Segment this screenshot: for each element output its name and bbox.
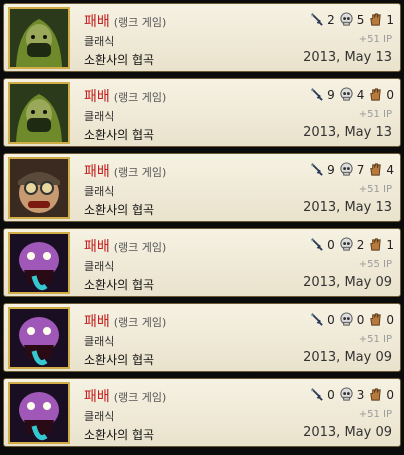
- deaths-count: 7: [356, 162, 365, 177]
- champion-portrait: [8, 7, 70, 69]
- match-card[interactable]: 패배 (랭크 게임) 클래식 소환사의 협곡 2 5 1 +51 IP 2013,…: [3, 3, 401, 72]
- kda-stats: 9 4 0: [305, 87, 394, 102]
- champion-portrait: [8, 82, 70, 144]
- match-card[interactable]: 패배 (랭크 게임) 클래식 소환사의 협곡 0 2 1 +55 IP 2013,…: [3, 228, 401, 297]
- game-mode: 클래식: [84, 410, 115, 423]
- kda-stats: 9 7 4: [305, 162, 394, 177]
- ninja-champion-portrait-icon: [10, 84, 68, 142]
- champion-portrait: [8, 232, 70, 294]
- kda-stats: 0 3 0: [305, 387, 394, 402]
- assists-count: 0: [386, 387, 394, 402]
- match-date: 2013, May 13: [303, 50, 392, 65]
- match-result: 패배 (랭크 게임): [84, 14, 167, 30]
- sword-icon: [310, 238, 323, 251]
- skull-icon: [340, 162, 353, 176]
- hand-icon: [370, 13, 382, 26]
- hand-icon: [370, 388, 382, 401]
- map-name: 소환사의 협곡: [84, 128, 155, 142]
- champion-portrait: [8, 307, 70, 369]
- deaths-count: 0: [356, 312, 365, 327]
- queue-type: (랭크 게임): [113, 391, 167, 404]
- map-name: 소환사의 협곡: [84, 353, 155, 367]
- sword-icon: [310, 163, 323, 176]
- sword-icon: [310, 13, 323, 26]
- monster-champion-portrait-icon: [10, 384, 68, 442]
- deaths-count: 5: [356, 12, 365, 27]
- game-mode: 클래식: [84, 110, 115, 123]
- skull-icon: [340, 237, 353, 251]
- assists-count: 4: [386, 162, 394, 177]
- map-name: 소환사의 협곡: [84, 278, 155, 292]
- match-date: 2013, May 09: [303, 275, 392, 290]
- assists-count: 1: [386, 12, 394, 27]
- match-result: 패배 (랭크 게임): [84, 314, 167, 330]
- queue-type: (랭크 게임): [113, 166, 167, 179]
- sword-icon: [310, 388, 323, 401]
- kda-stats: 2 5 1: [305, 12, 394, 27]
- assists-count: 1: [386, 237, 394, 252]
- assists-count: 0: [386, 87, 394, 102]
- match-result: 패배 (랭크 게임): [84, 239, 167, 255]
- sword-icon: [310, 313, 323, 326]
- match-card[interactable]: 패배 (랭크 게임) 클래식 소환사의 협곡 0 0 0 +51 IP 2013,…: [3, 303, 401, 372]
- game-mode: 클래식: [84, 185, 115, 198]
- ip-earned: +51 IP: [358, 409, 392, 420]
- skull-icon: [340, 387, 353, 401]
- kills-count: 2: [327, 12, 335, 27]
- kills-count: 0: [327, 237, 335, 252]
- queue-type: (랭크 게임): [113, 91, 167, 104]
- game-mode: 클래식: [84, 35, 115, 48]
- match-history-list: 패배 (랭크 게임) 클래식 소환사의 협곡 2 5 1 +51 IP 2013,…: [0, 0, 404, 455]
- match-result: 패배 (랭크 게임): [84, 389, 167, 405]
- deaths-count: 4: [356, 87, 365, 102]
- match-result: 패배 (랭크 게임): [84, 89, 167, 105]
- kills-count: 0: [327, 312, 335, 327]
- queue-type: (랭크 게임): [113, 16, 167, 29]
- kills-count: 9: [327, 162, 335, 177]
- match-card[interactable]: 패배 (랭크 게임) 클래식 소환사의 협곡 9 7 4 +51 IP 2013,…: [3, 153, 401, 222]
- map-name: 소환사의 협곡: [84, 203, 155, 217]
- ip-earned: +51 IP: [358, 334, 392, 345]
- kills-count: 0: [327, 387, 335, 402]
- match-date: 2013, May 09: [303, 350, 392, 365]
- hand-icon: [370, 238, 382, 251]
- ninja-champion-portrait-icon: [10, 9, 68, 67]
- queue-type: (랭크 게임): [113, 241, 167, 254]
- goggles-champion-portrait-icon: [10, 159, 68, 217]
- match-card[interactable]: 패배 (랭크 게임) 클래식 소환사의 협곡 0 3 0 +51 IP 2013,…: [3, 378, 401, 447]
- champion-portrait: [8, 157, 70, 219]
- game-mode: 클래식: [84, 260, 115, 273]
- ip-earned: +55 IP: [358, 259, 392, 270]
- skull-icon: [340, 312, 353, 326]
- hand-icon: [370, 163, 382, 176]
- map-name: 소환사의 협곡: [84, 53, 155, 67]
- queue-type: (랭크 게임): [113, 316, 167, 329]
- hand-icon: [370, 88, 382, 101]
- match-card[interactable]: 패배 (랭크 게임) 클래식 소환사의 협곡 9 4 0 +51 IP 2013,…: [3, 78, 401, 147]
- deaths-count: 2: [356, 237, 365, 252]
- skull-icon: [340, 12, 353, 26]
- kills-count: 9: [327, 87, 335, 102]
- map-name: 소환사의 협곡: [84, 428, 155, 442]
- ip-earned: +51 IP: [358, 34, 392, 45]
- ip-earned: +51 IP: [358, 184, 392, 195]
- match-result: 패배 (랭크 게임): [84, 164, 167, 180]
- sword-icon: [310, 88, 323, 101]
- kda-stats: 0 0 0: [305, 312, 394, 327]
- match-date: 2013, May 13: [303, 125, 392, 140]
- deaths-count: 3: [356, 387, 365, 402]
- ip-earned: +51 IP: [358, 109, 392, 120]
- game-mode: 클래식: [84, 335, 115, 348]
- skull-icon: [340, 87, 353, 101]
- hand-icon: [370, 313, 382, 326]
- monster-champion-portrait-icon: [10, 309, 68, 367]
- champion-portrait: [8, 382, 70, 444]
- kda-stats: 0 2 1: [305, 237, 394, 252]
- assists-count: 0: [386, 312, 394, 327]
- monster-champion-portrait-icon: [10, 234, 68, 292]
- match-date: 2013, May 13: [303, 200, 392, 215]
- match-date: 2013, May 09: [303, 425, 392, 440]
